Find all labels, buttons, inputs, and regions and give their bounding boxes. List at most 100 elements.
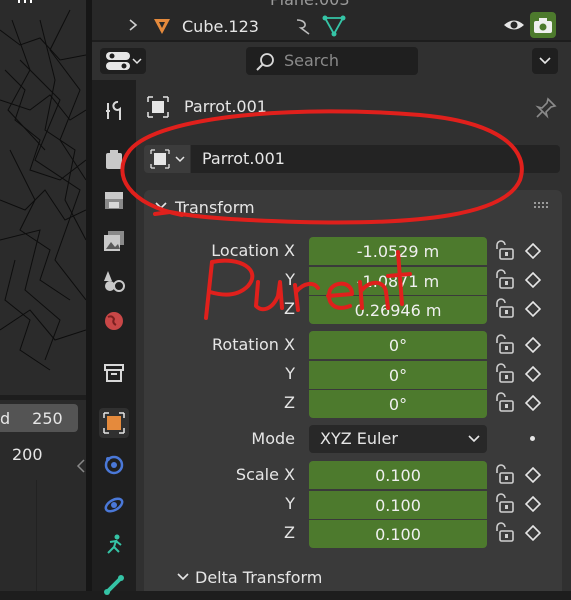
tab-world[interactable]	[99, 306, 129, 336]
delta-transform-title: Delta Transform	[195, 568, 323, 587]
tab-tool[interactable]	[99, 96, 129, 126]
keyframe-location-y-icon[interactable]	[525, 272, 541, 288]
object-name-field[interactable]: Parrot.001	[191, 145, 560, 173]
rotation-z-field[interactable]: 0°	[309, 389, 487, 418]
printer-icon	[105, 192, 123, 209]
lock-location-y-icon[interactable]	[492, 269, 516, 291]
render-clipboard-icon	[106, 150, 122, 169]
lock-scale-x-icon[interactable]	[492, 464, 516, 486]
chevron-down-icon[interactable]	[154, 200, 168, 212]
tab-particles[interactable]	[99, 490, 129, 520]
physics-runner-icon	[107, 534, 122, 554]
lock-scale-y-icon[interactable]	[492, 493, 516, 515]
keyframe-rotation-x-icon[interactable]	[525, 337, 541, 353]
modifier-arrow-icon[interactable]	[293, 16, 315, 38]
eye-icon[interactable]	[503, 16, 525, 34]
keyframe-scale-z-icon[interactable]	[525, 525, 541, 541]
rotation-y-field[interactable]: 0°	[309, 360, 487, 389]
lock-rotation-y-icon[interactable]	[492, 363, 516, 385]
location-x-label: Location X	[211, 241, 295, 260]
lock-rotation-x-icon[interactable]	[492, 334, 516, 356]
keyframe-rotation-z-icon[interactable]	[525, 395, 541, 411]
object-browse-button[interactable]	[144, 145, 190, 173]
chevron-down-icon	[177, 573, 189, 581]
rotation-x-label: Rotation X	[212, 335, 295, 354]
mesh-data-icon	[154, 19, 170, 34]
lock-location-x-icon[interactable]	[492, 240, 516, 262]
search-input[interactable]: Search	[246, 47, 418, 75]
keyframe-scale-x-icon[interactable]	[525, 467, 541, 483]
object-square-icon	[103, 412, 125, 434]
scale-x-label: Scale X	[235, 465, 295, 484]
scale-y-field[interactable]: 0.100	[309, 490, 487, 519]
keyframe-rotation-y-icon[interactable]	[525, 366, 541, 382]
scale-x-field[interactable]: 0.100	[309, 461, 487, 489]
keyframe-dot-icon[interactable]	[530, 436, 535, 441]
search-icon	[256, 53, 274, 71]
rotation-z-label: Z	[284, 393, 295, 412]
timeline-line	[36, 480, 37, 591]
particles-icon	[104, 497, 124, 513]
location-z-label: Z	[284, 299, 295, 318]
scale-z-label: Z	[284, 523, 295, 542]
tab-render[interactable]	[99, 145, 129, 175]
lock-rotation-z-icon[interactable]	[492, 392, 516, 414]
camera-render-icon[interactable]	[530, 12, 556, 38]
location-y-field[interactable]: -1.0871 m	[309, 266, 487, 295]
location-z-field[interactable]: 0.26946 m	[309, 295, 487, 324]
left-editor-panel: d 250 200	[0, 400, 86, 591]
scale-z-field[interactable]: 0.100	[309, 519, 487, 548]
options-dropdown[interactable]	[532, 48, 558, 74]
lock-scale-z-icon[interactable]	[492, 522, 516, 544]
object-square-icon	[147, 96, 169, 118]
scale-y-label: Y	[285, 494, 295, 513]
rotation-mode-value: XYZ Euler	[320, 429, 398, 448]
frame-field-2[interactable]: 200	[0, 440, 78, 468]
outliner-item-partial[interactable]: Plane.003	[270, 0, 350, 9]
keyframe-location-x-icon[interactable]	[525, 243, 541, 259]
world-icon	[105, 312, 123, 330]
keyframe-scale-y-icon[interactable]	[525, 496, 541, 512]
image-stack-icon	[104, 231, 124, 251]
delta-transform-header[interactable]: Delta Transform	[152, 562, 558, 591]
lock-location-z-icon[interactable]	[492, 298, 516, 320]
vertex-groups-icon[interactable]	[322, 14, 346, 38]
wrench-screwdriver-icon	[106, 100, 121, 120]
chevron-down-icon	[539, 57, 551, 65]
editor-type-dropdown[interactable]	[100, 48, 146, 74]
object-name-field-value: Parrot.001	[202, 149, 285, 168]
chevron-right-icon[interactable]	[128, 18, 138, 32]
wireframe-mesh	[0, 0, 86, 371]
tab-output[interactable]	[99, 186, 129, 216]
drag-handle-icon[interactable]	[532, 200, 550, 212]
frame-field-2-value: 200	[12, 444, 43, 464]
collection-box-icon	[104, 364, 124, 382]
keyframe-location-z-icon[interactable]	[525, 301, 541, 317]
properties-editor-icon	[106, 52, 142, 70]
frame-field-1-label: d	[0, 408, 11, 428]
rotation-x-field[interactable]: 0°	[309, 331, 487, 359]
pin-icon[interactable]	[534, 96, 558, 120]
location-x-field[interactable]: -1.0529 m	[309, 237, 487, 265]
bone-icon	[104, 575, 124, 595]
search-placeholder: Search	[284, 51, 339, 70]
rotation-mode-select[interactable]: XYZ Euler	[309, 425, 487, 453]
transform-panel-title[interactable]: Transform	[175, 198, 255, 217]
tab-physics[interactable]	[99, 530, 129, 560]
frame-field-1[interactable]: d 250	[0, 404, 78, 432]
tab-object[interactable]	[99, 408, 129, 438]
tab-collection[interactable]	[99, 358, 129, 388]
object-browse-icon	[150, 149, 185, 169]
chevron-left-icon[interactable]	[76, 458, 86, 474]
tab-scene[interactable]	[99, 266, 129, 296]
tab-view-layer[interactable]	[99, 226, 129, 256]
scene-icon	[104, 271, 125, 292]
outliner-object-name[interactable]: Cube.123	[182, 17, 259, 36]
tab-modifiers[interactable]	[99, 450, 129, 480]
viewport-3d[interactable]	[0, 0, 86, 395]
frame-field-1-value: 250	[32, 408, 63, 428]
tab-constraints[interactable]	[99, 570, 129, 600]
location-y-label: Y	[285, 270, 295, 289]
outliner: Plane.003 Cube.123	[92, 0, 571, 40]
mode-label: Mode	[251, 429, 295, 448]
